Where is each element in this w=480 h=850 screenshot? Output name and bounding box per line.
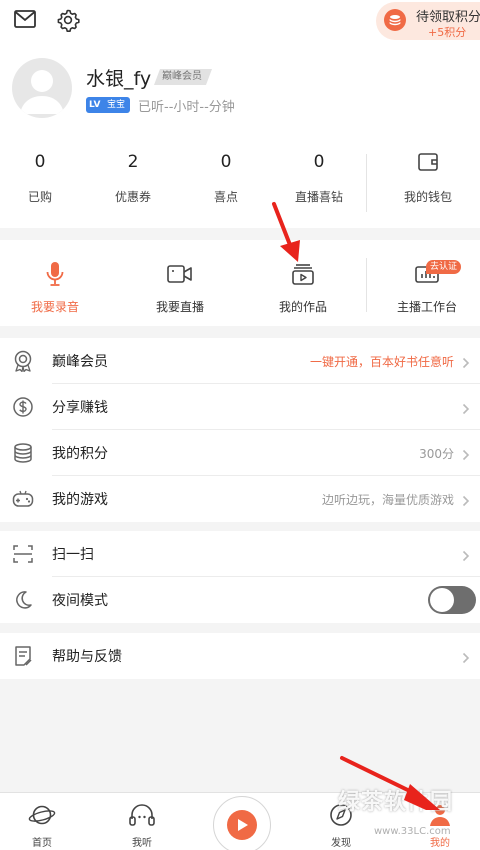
wallet-icon: [388, 150, 468, 174]
tab-label: 我听: [132, 838, 152, 849]
avatar[interactable]: [12, 58, 72, 118]
watermark-logo: 绿茶软件园: [338, 790, 454, 815]
stat-coupons[interactable]: 2 优惠券: [93, 150, 173, 205]
microphone-icon: [5, 260, 105, 288]
creator-tools: 我要录音 我要直播 我的作品 主播工作台 去认证: [0, 240, 480, 326]
chevron-right-icon: [462, 492, 470, 511]
stats-row: 0 已购 2 优惠券 0 喜点 0 直播喜钻 我的钱包: [0, 150, 480, 216]
tool-label: 我的作品: [278, 300, 327, 314]
studio-divider: [366, 258, 367, 312]
member-tag[interactable]: 巅峰会员: [154, 69, 212, 85]
record-audio-button[interactable]: 我要录音: [5, 260, 105, 315]
menu-item-scan[interactable]: 扫一扫: [0, 531, 480, 577]
points-pill-reward: +5积分: [428, 26, 467, 39]
my-works-icon: [253, 260, 353, 288]
menu-item-label: 帮助与反馈: [52, 649, 122, 665]
points-pill-title: 待领取积分: [416, 10, 480, 25]
play-button[interactable]: [213, 796, 271, 850]
level-badge-name: 宝宝: [107, 100, 126, 110]
menu-item-my-points[interactable]: 我的积分 300分: [0, 430, 480, 476]
my-works-button[interactable]: 我的作品: [253, 260, 353, 315]
menu-item-night-mode: 夜间模式: [0, 577, 480, 623]
stat-purchased[interactable]: 0 已购: [0, 150, 80, 205]
go-live-button[interactable]: 我要直播: [130, 260, 230, 315]
toggle-knob: [430, 588, 454, 612]
play-icon: [227, 810, 257, 840]
gear-icon[interactable]: [56, 8, 80, 36]
menu-item-label: 分享赚钱: [52, 400, 108, 416]
tab-listen[interactable]: 我听: [112, 801, 172, 849]
planet-icon: [12, 801, 72, 829]
menu-item-share-earn[interactable]: 分享赚钱: [0, 384, 480, 430]
tab-label: 发现: [331, 838, 351, 849]
mail-icon[interactable]: [14, 10, 36, 32]
night-mode-toggle[interactable]: [428, 586, 476, 614]
menu-item-label: 我的游戏: [52, 492, 108, 508]
menu-group-main: 巅峰会员 一键开通，百本好书任意听 分享赚钱 我的积分 300分 我的游戏 边听…: [0, 338, 480, 522]
stat-live-diamonds[interactable]: 0 直播喜钻: [279, 150, 359, 205]
menu-item-value: 边听边玩，海量优质游戏: [321, 493, 454, 507]
tool-label: 主播工作台: [396, 300, 457, 314]
verify-badge[interactable]: 去认证: [426, 260, 462, 274]
tool-label: 我要录音: [30, 300, 79, 314]
tool-label: 我要直播: [155, 300, 204, 314]
level-badge[interactable]: LV 宝宝: [86, 97, 130, 113]
tab-label: 首页: [32, 838, 52, 849]
watermark-url: www.33LC.com: [374, 826, 451, 837]
stat-value: 0: [220, 152, 232, 172]
gamepad-icon: [12, 488, 34, 510]
coins-icon: [384, 9, 406, 31]
tab-home[interactable]: 首页: [12, 801, 72, 849]
chevron-right-icon: [462, 547, 470, 566]
video-camera-icon: [130, 260, 230, 288]
medal-icon: [12, 350, 34, 373]
menu-item-value: 一键开通，百本好书任意听: [309, 355, 454, 369]
stats-divider: [366, 154, 367, 212]
menu-item-label: 我的积分: [52, 446, 108, 462]
top-bar: 待领取积分 +5积分: [0, 0, 480, 40]
chevron-right-icon: [462, 446, 470, 465]
level-badge-prefix: LV: [89, 100, 101, 110]
moon-icon: [12, 589, 34, 611]
feedback-icon: [12, 645, 34, 667]
stat-label: 直播喜钻: [294, 190, 343, 204]
chevron-right-icon: [462, 354, 470, 373]
coins-stack-icon: [12, 442, 34, 464]
stat-xidian[interactable]: 0 喜点: [186, 150, 266, 205]
stat-value: 2: [127, 152, 139, 172]
scan-icon: [12, 543, 34, 565]
menu-group-help: 帮助与反馈: [0, 633, 480, 679]
chevron-right-icon: [462, 400, 470, 419]
menu-item-my-games[interactable]: 我的游戏 边听边玩，海量优质游戏: [0, 476, 480, 522]
stat-label: 优惠券: [114, 190, 151, 204]
profile-header: 待领取积分 +5积分 水银_fy 巅峰会员 LV 宝宝 已听--小时--分钟 0…: [0, 0, 480, 228]
wallet-label: 我的钱包: [403, 190, 452, 204]
dollar-icon: [12, 396, 34, 418]
headphones-icon: [112, 801, 172, 829]
stat-value: 0: [34, 152, 46, 172]
menu-item-help-feedback[interactable]: 帮助与反馈: [0, 633, 480, 679]
username[interactable]: 水银_fy: [86, 64, 151, 91]
listen-time: 已听--小时--分钟: [138, 100, 235, 115]
menu-item-value: 300分: [419, 447, 454, 461]
menu-item-label: 夜间模式: [52, 593, 108, 609]
stat-label: 喜点: [213, 190, 238, 204]
menu-item-label: 扫一扫: [52, 547, 94, 563]
menu-item-label: 巅峰会员: [52, 354, 108, 370]
points-reward-pill[interactable]: 待领取积分 +5积分: [376, 2, 480, 40]
stat-label: 已购: [27, 190, 52, 204]
chevron-right-icon: [462, 649, 470, 668]
menu-item-peak-membership[interactable]: 巅峰会员 一键开通，百本好书任意听: [0, 338, 480, 384]
wallet-button[interactable]: 我的钱包: [388, 150, 468, 205]
stat-value: 0: [313, 152, 325, 172]
menu-group-tools: 扫一扫 夜间模式: [0, 531, 480, 623]
